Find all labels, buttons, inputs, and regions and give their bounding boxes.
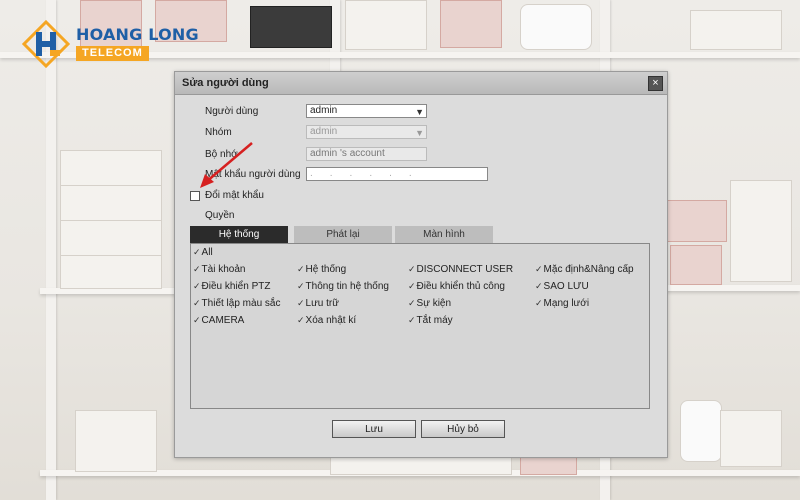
permission-item[interactable]: ✓Thông tin hệ thống xyxy=(297,281,389,292)
checkmark-icon: ✓ xyxy=(408,281,416,291)
checkmark-icon: ✓ xyxy=(535,281,543,291)
group-label: Nhóm xyxy=(205,127,232,138)
dialog-titlebar: Sửa người dùng xyxy=(175,72,667,95)
checkmark-icon: ✓ xyxy=(193,315,201,325)
company-logo: HOANG LONG TELECOM xyxy=(22,20,199,68)
edit-user-dialog: Sửa người dùng × Người dùng admin ▼ Nhóm… xyxy=(174,71,668,458)
checkmark-icon: ✓ xyxy=(297,298,305,308)
checkmark-icon: ✓ xyxy=(408,315,416,325)
permission-item[interactable]: ✓Hệ thống xyxy=(297,264,346,275)
permission-all[interactable]: ✓All xyxy=(193,247,213,258)
chevron-down-icon: ▼ xyxy=(415,128,424,138)
permission-item[interactable]: ✓Điều khiển thủ công xyxy=(408,281,505,292)
checkmark-icon: ✓ xyxy=(193,247,201,257)
permission-item[interactable]: ✓CAMERA xyxy=(193,315,244,326)
checkmark-icon: ✓ xyxy=(408,298,416,308)
rights-tabs: Hệ thống Phát lại Màn hình xyxy=(190,226,650,243)
tab-playback[interactable]: Phát lại xyxy=(294,226,392,243)
permission-item[interactable]: ✓SAO LƯU xyxy=(535,281,589,292)
permission-item[interactable]: ✓Lưu trữ xyxy=(297,298,339,309)
tab-monitor[interactable]: Màn hình xyxy=(395,226,493,243)
permission-item[interactable]: ✓Tắt máy xyxy=(408,315,453,326)
user-select[interactable]: admin ▼ xyxy=(306,104,427,118)
logo-title: HOANG LONG xyxy=(76,25,199,44)
checkmark-icon: ✓ xyxy=(297,315,305,325)
chevron-down-icon: ▼ xyxy=(415,107,424,117)
cancel-button[interactable]: Hủy bỏ xyxy=(421,420,505,438)
permission-item[interactable]: ✓Tài khoản xyxy=(193,264,245,275)
checkmark-icon: ✓ xyxy=(193,298,201,308)
permissions-panel: ✓All ✓Tài khoản ✓Điều khiển PTZ ✓Thiết l… xyxy=(190,243,650,409)
permission-item[interactable]: ✓Mặc định&Nâng cấp xyxy=(535,264,634,275)
permission-item[interactable]: ✓Thiết lập màu sắc xyxy=(193,298,280,309)
tab-system[interactable]: Hệ thống xyxy=(190,226,288,243)
checkmark-icon: ✓ xyxy=(193,281,201,291)
user-label: Người dùng xyxy=(205,106,259,117)
user-select-value: admin xyxy=(310,105,338,116)
checkmark-icon: ✓ xyxy=(535,298,543,308)
save-button[interactable]: Lưu xyxy=(332,420,416,438)
permission-item[interactable]: ✓DISCONNECT USER xyxy=(408,264,513,275)
group-select-value: admin xyxy=(310,126,338,137)
checkmark-icon: ✓ xyxy=(297,281,305,291)
permission-item[interactable]: ✓Xóa nhật kí xyxy=(297,315,356,326)
checkmark-icon: ✓ xyxy=(535,264,543,274)
rights-label: Quyền xyxy=(205,210,235,221)
logo-icon xyxy=(22,20,70,68)
group-select: admin ▼ xyxy=(306,125,427,139)
checkmark-icon: ✓ xyxy=(408,264,416,274)
permission-item[interactable]: ✓Mạng lưới xyxy=(535,298,589,309)
password-field[interactable]: ...... xyxy=(306,167,488,181)
memo-field: admin 's account xyxy=(306,147,427,161)
annotation-arrow-icon xyxy=(200,142,253,188)
change-password-checkbox[interactable] xyxy=(190,191,200,201)
checkmark-icon: ✓ xyxy=(297,264,305,274)
permission-item[interactable]: ✓Sự kiện xyxy=(408,298,451,309)
change-password-label: Đổi mật khẩu xyxy=(205,190,264,201)
checkmark-icon: ✓ xyxy=(193,264,201,274)
dialog-title: Sửa người dùng xyxy=(182,77,269,89)
permission-item[interactable]: ✓Điều khiển PTZ xyxy=(193,281,270,292)
logo-subtitle: TELECOM xyxy=(76,46,149,61)
close-icon[interactable]: × xyxy=(648,76,663,91)
